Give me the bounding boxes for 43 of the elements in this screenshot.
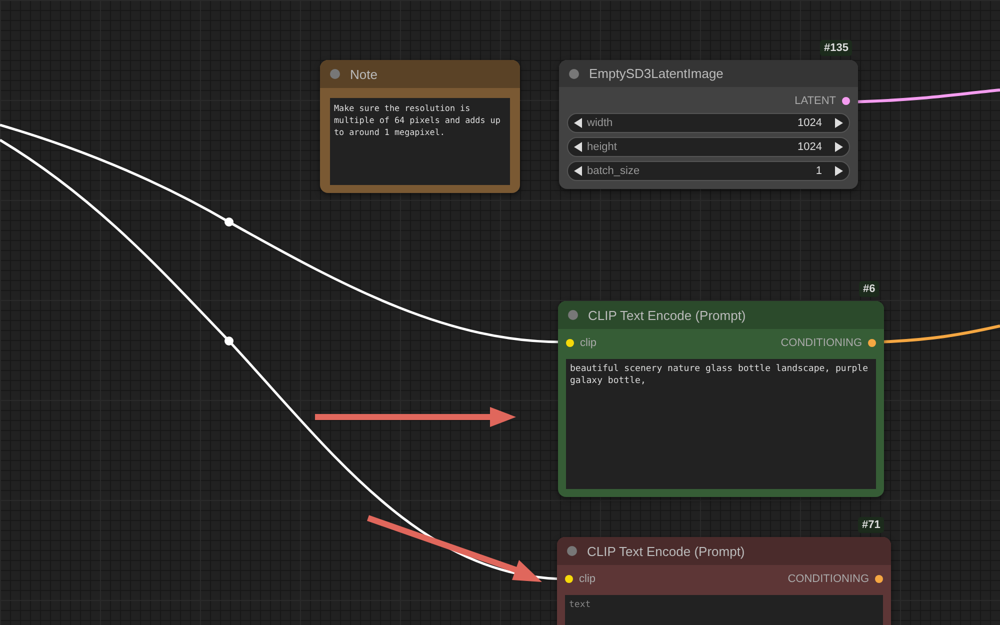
input-slot-dot[interactable] bbox=[565, 575, 573, 583]
graph-node[interactable]: EmptySD3LatentImage LATENT width 1024 height 1024 batch_size 1 bbox=[559, 60, 858, 189]
collapse-dot-icon[interactable] bbox=[330, 69, 340, 79]
node-header[interactable]: Note bbox=[320, 60, 520, 88]
number-widget[interactable]: height 1024 bbox=[567, 137, 850, 157]
collapse-dot-icon[interactable] bbox=[569, 68, 579, 78]
output-slot-dot[interactable] bbox=[875, 575, 883, 583]
collapse-dot-icon[interactable] bbox=[567, 546, 577, 556]
output-slot-dot[interactable] bbox=[842, 97, 850, 105]
number-widget[interactable]: width 1024 bbox=[567, 113, 850, 133]
input-label: clip bbox=[580, 337, 597, 349]
graph-node[interactable]: CLIP Text Encode (Prompt) clip CONDITIONING text bbox=[557, 537, 891, 625]
input-slot-dot[interactable] bbox=[566, 339, 574, 347]
node-header[interactable]: CLIP Text Encode (Prompt) bbox=[557, 537, 891, 565]
arrow-right-icon[interactable] bbox=[834, 166, 843, 176]
node-id-badge: #71 bbox=[858, 517, 884, 533]
output-slot-dot[interactable] bbox=[868, 339, 876, 347]
collapse-dot-icon[interactable] bbox=[568, 310, 578, 320]
input-label: clip bbox=[579, 573, 596, 585]
arrow-right-icon[interactable] bbox=[834, 142, 843, 152]
number-widget[interactable]: batch_size 1 bbox=[567, 161, 850, 181]
reroute-dot[interactable] bbox=[224, 336, 234, 346]
arrow-left-icon[interactable] bbox=[574, 142, 583, 152]
node-id-badge: #6 bbox=[859, 281, 880, 297]
node-title: CLIP Text Encode (Prompt) bbox=[587, 544, 745, 558]
graph-node[interactable]: CLIP Text Encode (Prompt) clip CONDITIONING beautiful scenery nature glass bottle landscape, purple galaxy bottle, bbox=[558, 301, 884, 497]
reroute-dot[interactable] bbox=[224, 218, 234, 226]
arrow-left-icon[interactable] bbox=[574, 118, 583, 128]
node-title: Note bbox=[350, 66, 378, 82]
graph-node[interactable]: Note Make sure the resolution is multiple of 64 pixels and adds up to around 1 megapixel. bbox=[320, 60, 520, 193]
prompt-text-area[interactable]: text bbox=[565, 595, 883, 625]
output-label: CONDITIONING bbox=[780, 337, 862, 349]
node-header[interactable]: CLIP Text Encode (Prompt) bbox=[558, 301, 884, 329]
note-text-area[interactable]: Make sure the resolution is multiple of 64 pixels and adds up to around 1 megapixel. bbox=[330, 98, 510, 185]
node-title: CLIP Text Encode (Prompt) bbox=[588, 308, 746, 322]
arrow-left-icon[interactable] bbox=[574, 166, 583, 176]
output-label: CONDITIONING bbox=[788, 573, 869, 585]
output-label: LATENT bbox=[794, 95, 836, 107]
node-title: EmptySD3LatentImage bbox=[589, 66, 724, 81]
node-id-badge: #135 bbox=[820, 40, 852, 56]
node-header[interactable]: EmptySD3LatentImage bbox=[559, 60, 858, 87]
prompt-text-area[interactable]: beautiful scenery nature glass bottle landscape, purple galaxy bottle, bbox=[566, 359, 876, 489]
arrow-right-icon[interactable] bbox=[834, 118, 843, 128]
